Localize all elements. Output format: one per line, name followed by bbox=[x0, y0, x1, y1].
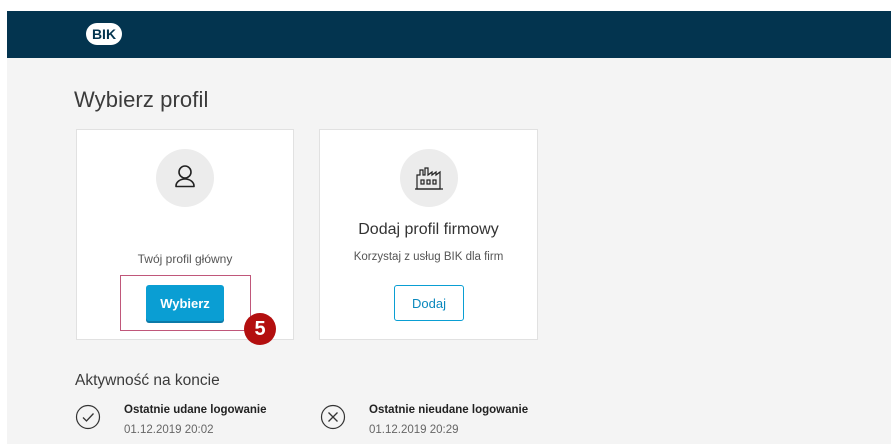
page-frame: BIK Wybierz profil Twój profil główny Do… bbox=[7, 11, 891, 444]
successful-login-date: 01.12.2019 20:02 bbox=[124, 424, 214, 436]
step-number-badge: 5 bbox=[244, 313, 276, 345]
business-card-title: Dodaj profil firmowy bbox=[358, 221, 499, 238]
activity-section-title: Aktywność na koncie bbox=[75, 372, 220, 389]
profile-label-main: Twój profil główny bbox=[137, 252, 233, 266]
logo-text: BIK bbox=[92, 26, 116, 42]
business-card-label: Korzystaj z usług BIK dla firm bbox=[353, 251, 504, 263]
add-business-profile-button[interactable]: Dodaj bbox=[394, 285, 464, 321]
user-icon bbox=[156, 149, 214, 207]
page-title: Wybierz profil bbox=[74, 87, 209, 112]
successful-login-label: Ostatnie udane logowanie bbox=[124, 404, 267, 416]
bik-logo[interactable]: BIK bbox=[85, 22, 123, 46]
check-circle-icon bbox=[75, 404, 101, 430]
select-profile-button[interactable]: Wybierz bbox=[146, 285, 224, 321]
failed-login-label: Ostatnie nieudane logowanie bbox=[369, 404, 529, 416]
factory-icon bbox=[399, 149, 458, 207]
top-navigation-bar: BIK bbox=[7, 11, 891, 58]
failed-login-date: 01.12.2019 20:29 bbox=[369, 424, 459, 436]
x-circle-icon bbox=[320, 404, 346, 430]
